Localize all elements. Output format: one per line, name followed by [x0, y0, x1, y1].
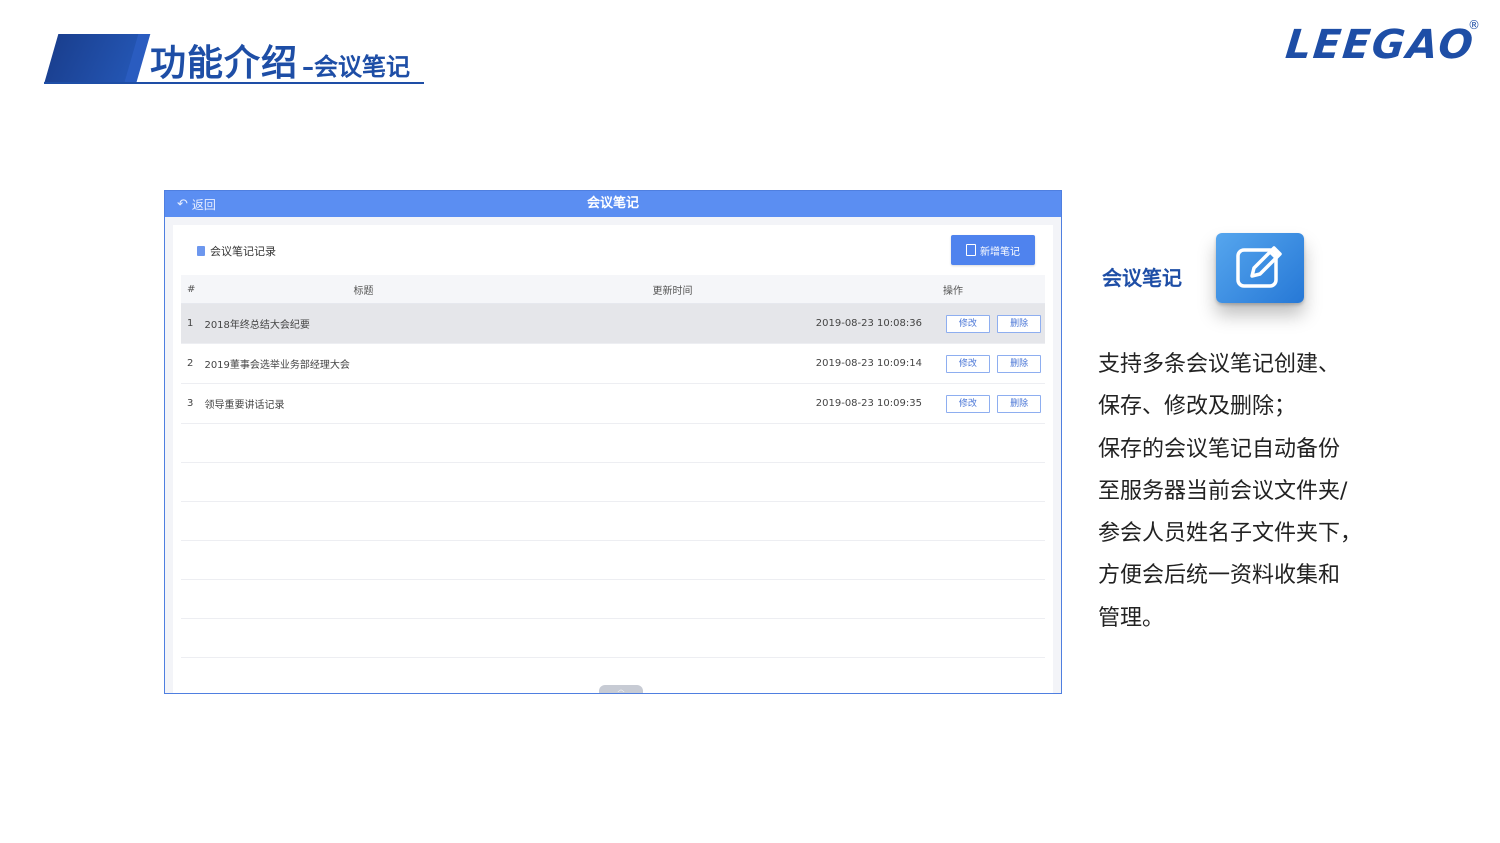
row-title[interactable]: 2018年终总结大会纪要	[203, 303, 652, 344]
section-heading: 会议笔记记录	[197, 243, 276, 259]
row-time: 2019-08-23 10:09:14	[651, 343, 942, 384]
title-underline	[44, 82, 424, 84]
feature-description: 支持多条会议笔记创建、 保存、修改及删除； 保存的会议笔记自动备份 至服务器当前…	[1098, 344, 1388, 640]
description-line: 方便会后统一资料收集和	[1098, 563, 1341, 589]
table-row[interactable]: 1 2018年终总结大会纪要 2019-08-23 10:08:36 修改 删除	[181, 303, 1045, 344]
row-index: 1	[181, 303, 204, 344]
registered-mark: ®	[1468, 18, 1480, 32]
row-index: 3	[181, 383, 204, 424]
empty-row	[181, 462, 1045, 502]
notes-table: # 标题 更新时间 操作 1 2018年终总结大会纪要 2019-08-23 1…	[181, 275, 1045, 693]
slide-title-sub: –会议笔记	[302, 53, 411, 81]
row-actions: 修改 删除	[941, 303, 1045, 344]
description-line: 管理。	[1098, 605, 1165, 631]
add-note-button[interactable]: 新增笔记	[951, 235, 1035, 265]
row-index: 2	[181, 343, 204, 384]
column-header-time: 更新时间	[651, 275, 942, 304]
delete-button[interactable]: 删除	[997, 354, 1042, 373]
empty-row	[181, 618, 1045, 658]
slide-header: 功能介绍 –会议笔记 LEEGAO ®	[0, 0, 1500, 110]
empty-row	[181, 579, 1045, 619]
slide-title-main: 功能介绍	[150, 43, 299, 84]
table-row[interactable]: 3 领导重要讲话记录 2019-08-23 10:09:35 修改 删除	[181, 383, 1045, 424]
section-label: 会议笔记记录	[210, 245, 276, 258]
edit-button[interactable]: 修改	[945, 314, 990, 333]
slide-title: 功能介绍 –会议笔记	[150, 34, 410, 84]
description-line: 至服务器当前会议文件夹/	[1098, 478, 1348, 504]
panel-header: 会议笔记记录 新增笔记	[173, 225, 1053, 275]
brand-logo: LEEGAO	[1283, 22, 1478, 68]
row-title[interactable]: 2019董事会选举业务部经理大会	[203, 343, 652, 384]
description-line: 保存、修改及删除；	[1098, 394, 1297, 420]
collapse-handle[interactable]: ︿	[599, 685, 643, 693]
empty-row	[181, 540, 1045, 580]
description-line: 参会人员姓名子文件夹下，	[1098, 521, 1363, 547]
row-actions: 修改 删除	[941, 383, 1045, 424]
row-time: 2019-08-23 10:08:36	[651, 303, 942, 344]
row-title[interactable]: 领导重要讲话记录	[203, 383, 652, 424]
description-line: 支持多条会议笔记创建、	[1098, 352, 1341, 377]
notes-panel: 会议笔记记录 新增笔记 # 标题 更新时间 操作 1 2018年终总结大会纪要	[173, 225, 1053, 693]
app-window: ↶ 返回 会议笔记 会议笔记记录 新增笔记 # 标题 更新时间 操作 1 201…	[164, 190, 1062, 694]
column-header-actions: 操作	[941, 275, 1045, 304]
column-header-title: 标题	[203, 275, 652, 304]
document-icon	[197, 246, 205, 256]
feature-label: 会议笔记	[1102, 266, 1182, 290]
add-note-label: 新增笔记	[980, 246, 1020, 258]
edit-button[interactable]: 修改	[945, 394, 990, 413]
row-time: 2019-08-23 10:09:35	[651, 383, 942, 424]
row-actions: 修改 删除	[941, 343, 1045, 384]
edit-note-icon	[1236, 246, 1282, 288]
delete-button[interactable]: 删除	[997, 394, 1042, 413]
edit-note-icon	[1216, 233, 1304, 303]
app-titlebar: ↶ 返回 会议笔记	[165, 191, 1061, 217]
column-header-index: #	[181, 275, 204, 304]
description-line: 保存的会议笔记自动备份	[1098, 436, 1341, 462]
window-title: 会议笔记	[586, 196, 639, 211]
edit-button[interactable]: 修改	[945, 354, 990, 373]
delete-button[interactable]: 删除	[997, 314, 1042, 333]
table-row[interactable]: 2 2019董事会选举业务部经理大会 2019-08-23 10:09:14 修…	[181, 343, 1045, 384]
empty-row	[181, 423, 1045, 463]
empty-row	[181, 501, 1045, 541]
new-note-icon	[966, 244, 976, 256]
table-header-row: # 标题 更新时间 操作	[181, 275, 1045, 304]
